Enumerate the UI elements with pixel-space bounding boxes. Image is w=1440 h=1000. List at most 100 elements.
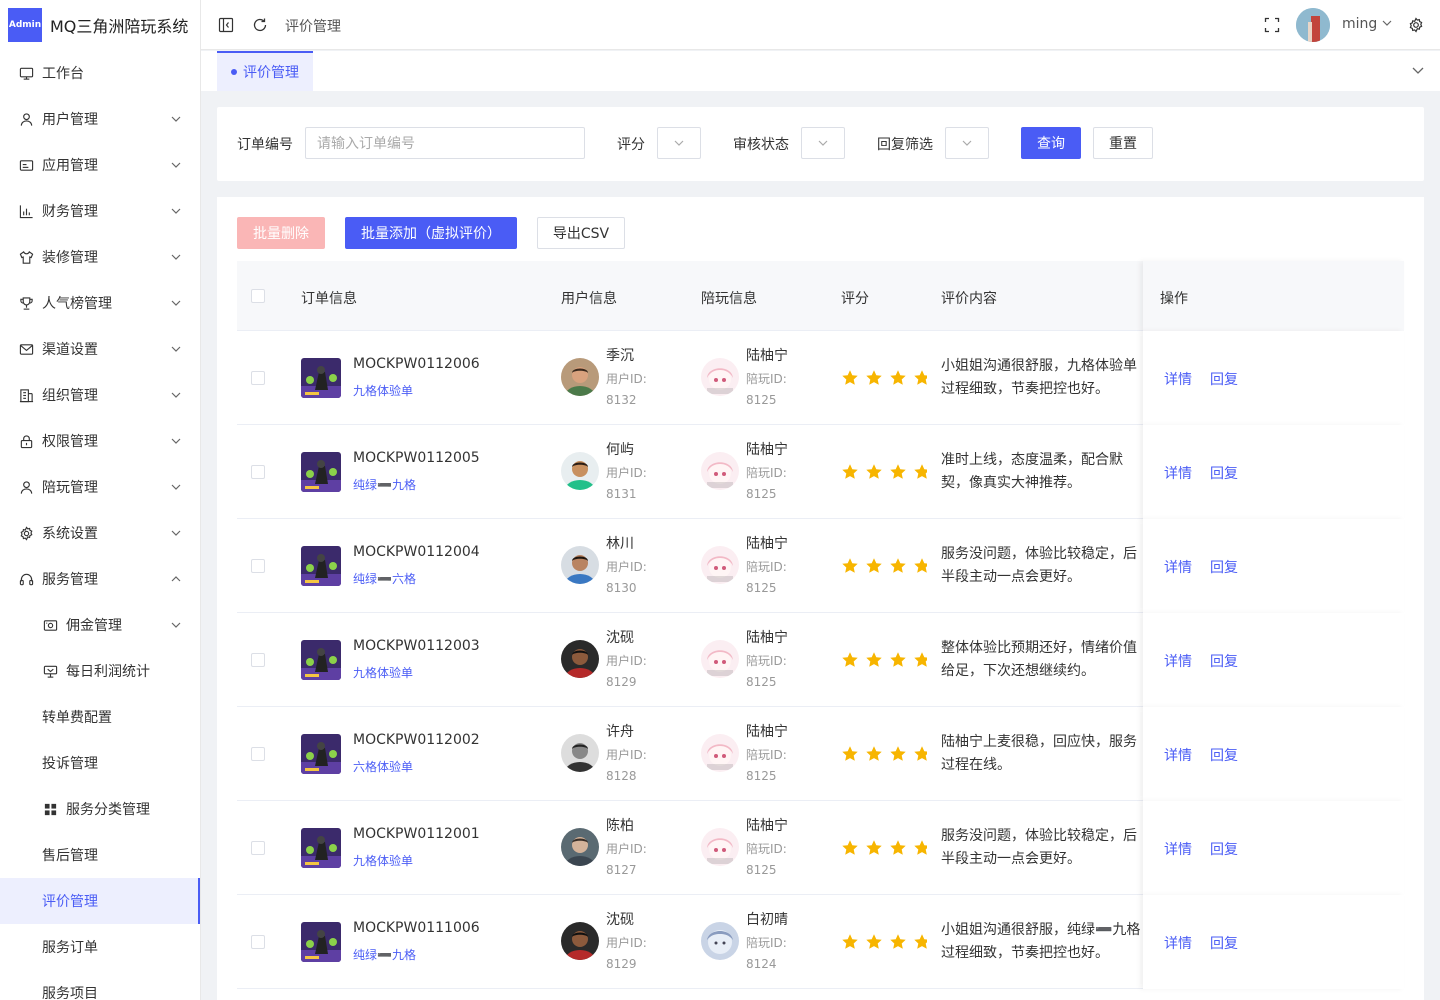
chevron-down-icon (674, 140, 684, 146)
sidebar-item-sub-2[interactable]: 转单费配置 (0, 694, 200, 740)
chevron-down-icon (170, 435, 182, 447)
gear-icon[interactable] (1407, 16, 1425, 34)
tags-dropdown-icon[interactable] (1411, 63, 1425, 77)
reset-button[interactable]: 重置 (1093, 127, 1153, 159)
detail-link[interactable]: 详情 (1164, 369, 1192, 389)
sidebar-item-1[interactable]: 用户管理 (0, 96, 200, 142)
breadcrumb[interactable]: 评价管理 (285, 16, 341, 36)
fullscreen-icon[interactable] (1263, 16, 1281, 34)
export-csv-button[interactable]: 导出CSV (537, 217, 625, 249)
filter-panel: 订单编号 请输入订单编号 评分 审核状态 回复筛选 查询 重置 (217, 107, 1424, 181)
avatar[interactable] (1296, 8, 1330, 42)
sidebar-item-sub-1[interactable]: 每日利润统计 (0, 648, 200, 694)
reply-link[interactable]: 回复 (1210, 369, 1238, 389)
sidebar-item-sub-0[interactable]: 佣金管理 (0, 602, 200, 648)
table-row: MOCKPW0112006 九格体验单 季沉 用户ID: 8132 陆柚宁 陪玩ID: 812… (237, 331, 1404, 425)
row-checkbox[interactable] (251, 935, 265, 949)
user-name: 林川 (606, 536, 634, 552)
companion-id-label: 陪玩ID: (746, 654, 787, 668)
reply-link[interactable]: 回复 (1210, 839, 1238, 859)
row-checkbox[interactable] (251, 371, 265, 385)
detail-link[interactable]: 详情 (1164, 557, 1192, 577)
sidebar-item-sub-4[interactable]: 服务分类管理 (0, 786, 200, 832)
order-type: 纯绿➖九格 (353, 478, 416, 492)
table-row: MOCKPW0112004 纯绿➖六格 林川 用户ID: 8130 陆柚宁 陪玩ID: 812… (237, 519, 1404, 613)
sidebar-item-label: 组织管理 (42, 388, 98, 404)
sidebar-item-sub-6[interactable]: 评价管理 (0, 878, 200, 924)
monitor-icon (18, 65, 34, 81)
collapse-sidebar-icon[interactable] (217, 16, 235, 34)
detail-link[interactable]: 详情 (1164, 651, 1192, 671)
table-row: MOCKPW0112002 六格体验单 许舟 用户ID: 8128 陆柚宁 陪玩ID: 812… (237, 707, 1404, 801)
header: 评价管理 ming (201, 0, 1440, 50)
audit-status-select[interactable] (801, 127, 845, 159)
companion-name: 陆柚宁 (746, 442, 788, 458)
reply-filter-select[interactable] (945, 127, 989, 159)
user-id: 8127 (606, 863, 637, 877)
review-content: 小姐姐沟通很舒服，纯绿➖九格过程细致，节奏把控也好。 (941, 922, 1141, 961)
sidebar-item-2[interactable]: 应用管理 (0, 142, 200, 188)
reply-link[interactable]: 回复 (1210, 463, 1238, 483)
detail-link[interactable]: 详情 (1164, 745, 1192, 765)
star-icon (842, 840, 858, 855)
sidebar-item-sub-8[interactable]: 服务项目 (0, 970, 200, 1000)
row-checkbox[interactable] (251, 747, 265, 761)
reply-link[interactable]: 回复 (1210, 745, 1238, 765)
reply-link[interactable]: 回复 (1210, 933, 1238, 953)
user-avatar (561, 452, 599, 490)
sidebar-item-0[interactable]: 工作台 (0, 50, 200, 96)
reply-link[interactable]: 回复 (1210, 651, 1238, 671)
sidebar: Admin MQ三角洲陪玩系统 工作台 用户管理 应用管理 财务管理 装修管理 人气榜管理… (0, 0, 201, 1000)
sidebar-item-6[interactable]: 渠道设置 (0, 326, 200, 372)
companion-avatar (701, 640, 739, 678)
main-panel: 批量删除 批量添加（虚拟评价） 导出CSV 订单信息 用户信息 陪玩信息 评分 … (217, 197, 1424, 1000)
star-icon (866, 746, 882, 761)
sidebar-item-3[interactable]: 财务管理 (0, 188, 200, 234)
sidebar-item-8[interactable]: 权限管理 (0, 418, 200, 464)
sidebar-item-10[interactable]: 系统设置 (0, 510, 200, 556)
lock-icon (18, 433, 34, 449)
review-content: 准时上线，态度温柔，配合默契，像真实大神推荐。 (941, 452, 1123, 491)
sidebar-item-7[interactable]: 组织管理 (0, 372, 200, 418)
rating-stars (841, 839, 927, 857)
rating-select[interactable] (657, 127, 701, 159)
star-icon (842, 746, 858, 761)
username[interactable]: ming (1342, 16, 1377, 32)
batch-add-button[interactable]: 批量添加（虚拟评价） (345, 217, 517, 249)
row-checkbox[interactable] (251, 559, 265, 573)
order-number: MOCKPW0112006 (353, 356, 480, 372)
sidebar-item-5[interactable]: 人气榜管理 (0, 280, 200, 326)
detail-link[interactable]: 详情 (1164, 463, 1192, 483)
user-name: 沈砚 (606, 912, 634, 928)
user-id-label: 用户ID: (606, 842, 647, 856)
order-no-input[interactable]: 请输入订单编号 (305, 127, 585, 159)
col-order-info: 订单信息 (301, 291, 357, 307)
sidebar-item-sub-5[interactable]: 售后管理 (0, 832, 200, 878)
chevron-down-icon (170, 159, 182, 171)
companion-avatar (701, 452, 739, 490)
sidebar-item-4[interactable]: 装修管理 (0, 234, 200, 280)
sidebar-item-sub-7[interactable]: 服务订单 (0, 924, 200, 970)
star-icon (866, 558, 882, 573)
sidebar-item-sub-3[interactable]: 投诉管理 (0, 740, 200, 786)
table-row: MOCKPW0112001 九格体验单 陈柏 用户ID: 8127 陆柚宁 陪玩ID: 812… (237, 801, 1404, 895)
review-content: 服务没问题，体验比较稳定，后半段主动一点会更好。 (941, 828, 1137, 867)
row-checkbox[interactable] (251, 841, 265, 855)
query-button[interactable]: 查询 (1021, 127, 1081, 159)
row-checkbox[interactable] (251, 465, 265, 479)
sidebar-item-11[interactable]: 服务管理 (0, 556, 200, 602)
active-dot-icon (231, 69, 237, 75)
detail-link[interactable]: 详情 (1164, 933, 1192, 953)
refresh-icon[interactable] (251, 16, 269, 34)
chevron-down-icon (170, 527, 182, 539)
chevron-down-icon[interactable] (1381, 17, 1393, 29)
batch-delete-button[interactable]: 批量删除 (237, 217, 325, 249)
user-avatar (561, 546, 599, 584)
select-all-checkbox[interactable] (251, 289, 265, 303)
order-number: MOCKPW0112005 (353, 450, 480, 466)
tab-review-management[interactable]: 评价管理 (217, 51, 313, 91)
sidebar-item-9[interactable]: 陪玩管理 (0, 464, 200, 510)
detail-link[interactable]: 详情 (1164, 839, 1192, 859)
row-checkbox[interactable] (251, 653, 265, 667)
reply-link[interactable]: 回复 (1210, 557, 1238, 577)
